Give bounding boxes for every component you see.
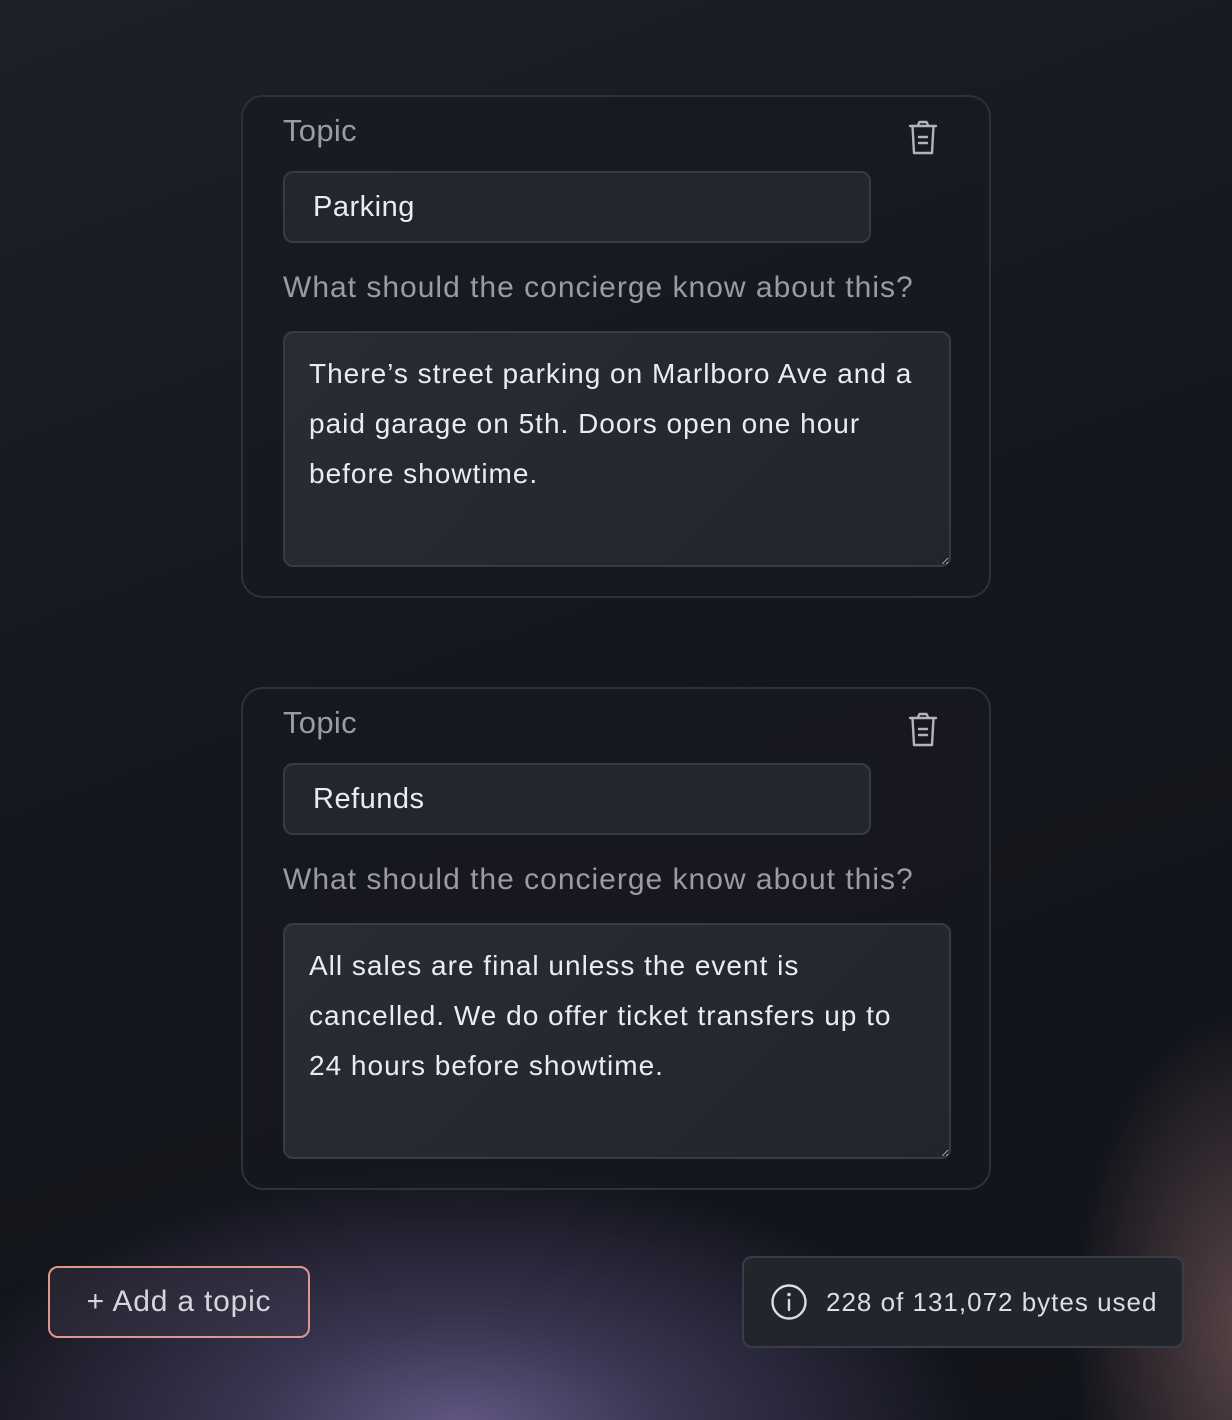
topic-notes-textarea[interactable]: There’s street parking on Marlboro Ave a… (283, 331, 951, 567)
topic-card-refunds: Topic What should the concierge know abo… (241, 687, 991, 1190)
bytes-usage-indicator: 228 of 131,072 bytes used (742, 1256, 1184, 1348)
topic-label: Topic (283, 113, 357, 148)
trash-icon (908, 712, 938, 747)
bytes-usage-text: 228 of 131,072 bytes used (826, 1286, 1158, 1317)
delete-topic-button[interactable] (903, 709, 943, 751)
notes-question-label: What should the concierge know about thi… (283, 863, 914, 896)
info-icon (771, 1284, 807, 1320)
topic-name-input[interactable] (283, 763, 871, 835)
topic-label: Topic (283, 705, 357, 740)
trash-icon (908, 120, 938, 155)
delete-topic-button[interactable] (903, 117, 943, 159)
notes-question-label: What should the concierge know about thi… (283, 271, 914, 304)
topic-name-input[interactable] (283, 171, 871, 243)
topic-notes-textarea[interactable]: All sales are final unless the event is … (283, 923, 951, 1159)
topic-card-parking: Topic What should the concierge know abo… (241, 95, 991, 598)
add-topic-button[interactable]: + Add a topic (48, 1266, 310, 1338)
